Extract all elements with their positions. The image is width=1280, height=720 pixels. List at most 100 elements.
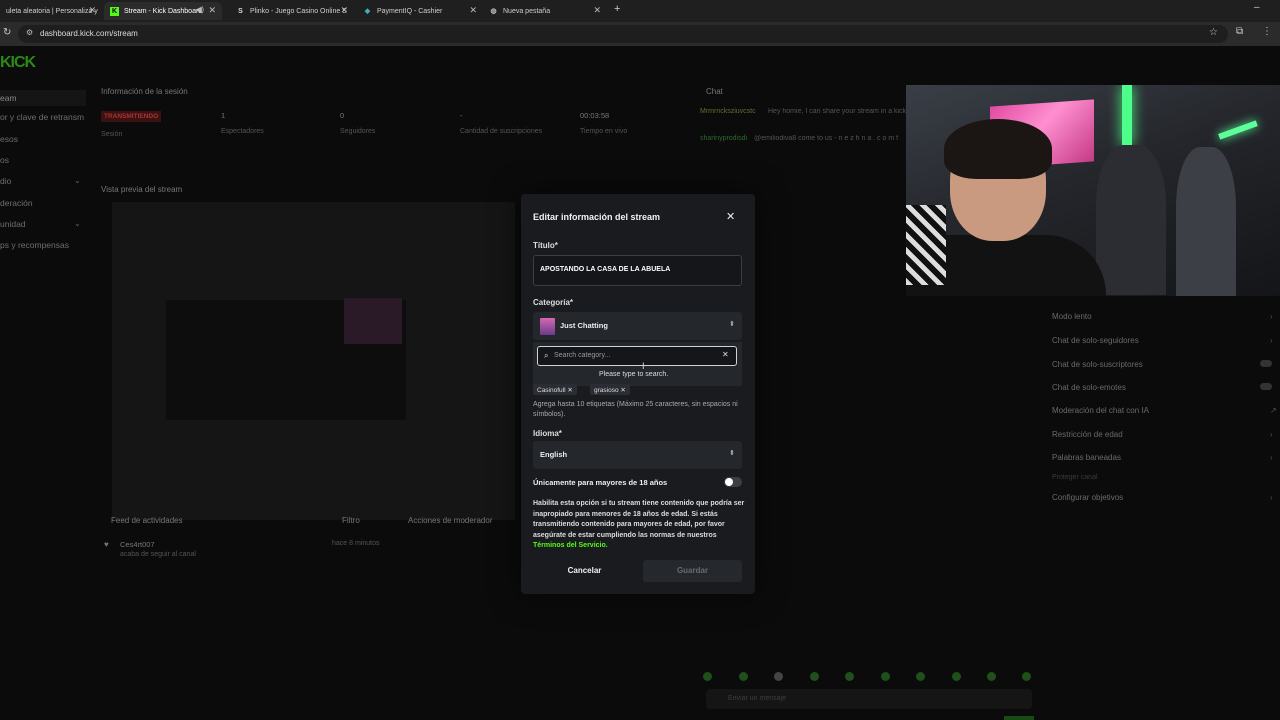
chevron-down-icon[interactable]: ⌄ <box>74 176 81 185</box>
tab-label: Nueva pestaña <box>503 7 551 15</box>
save-button[interactable]: Guardar <box>643 560 742 582</box>
external-link-icon: ↗ <box>1270 406 1277 415</box>
address-bar[interactable]: ⚙ dashboard.kick.com/stream ☆ <box>18 25 1228 43</box>
category-search-dropdown: ⌕ Search category... ✕ Please type to se… <box>533 342 742 386</box>
sidebar-item-audio[interactable]: dio <box>0 176 11 186</box>
adult-warning-text: Habilita esta opción si tu stream tiene … <box>533 499 745 552</box>
emote-icon[interactable] <box>1022 672 1031 681</box>
search-placeholder: Search category... <box>554 352 611 359</box>
emote-icon[interactable] <box>987 672 996 681</box>
close-icon[interactable]: ✕ <box>469 5 477 16</box>
new-tab-button[interactable]: + <box>614 3 620 15</box>
kick-logo: KICK <box>0 54 36 71</box>
chat-setting-ai-moderation[interactable]: Moderación del chat con IA <box>1052 406 1149 415</box>
chat-msg1-text: Hey homie, I can share your stream in a … <box>768 108 906 115</box>
live-status-badge: TRANSMITIENDO <box>101 111 162 122</box>
close-icon[interactable]: ✕ <box>88 5 96 16</box>
clear-icon[interactable]: ✕ <box>722 350 729 359</box>
toggle-knob <box>725 478 733 486</box>
close-icon[interactable]: ✕ <box>593 5 601 16</box>
tab-roulette[interactable]: uleta aleatoria | Personaliza y ✕ <box>0 2 102 20</box>
chat-setting-followers-only[interactable]: Chat de solo-seguidores <box>1052 336 1139 345</box>
close-icon[interactable]: ✕ <box>208 5 216 16</box>
remove-tag-icon[interactable]: ✕ <box>567 387 572 394</box>
chat-setting-goals[interactable]: Configurar objetivos <box>1052 493 1123 502</box>
close-icon[interactable]: ✕ <box>726 210 735 223</box>
adult-only-toggle[interactable] <box>724 477 742 487</box>
stream-title-value: APOSTANDO LA CASA DE LA ABUELA <box>540 266 671 273</box>
sidebar-item-clips[interactable]: os <box>0 155 9 165</box>
category-thumbnail <box>540 318 555 335</box>
chat-msg1-user[interactable]: Mrmrncksziuvcstc <box>700 108 756 115</box>
emote-icon[interactable] <box>916 672 925 681</box>
chat-msg2-user[interactable]: sharinyprodisdi <box>700 135 747 142</box>
language-select[interactable]: English ⬍ <box>533 441 742 469</box>
cancel-button[interactable]: Cancelar <box>533 560 636 582</box>
subs-only-toggle[interactable] <box>1260 360 1272 367</box>
url-text[interactable]: dashboard.kick.com/stream <box>40 29 138 38</box>
category-search-input[interactable]: ⌕ Search category... ✕ <box>537 346 737 366</box>
chat-setting-banned-words[interactable]: Palabras baneadas <box>1052 453 1121 462</box>
tag-chip[interactable]: grasioso ✕ <box>590 384 630 395</box>
sidebar-item-stream[interactable]: eam <box>0 90 86 106</box>
emote-icon[interactable] <box>845 672 854 681</box>
text-cursor-icon: I <box>642 361 645 371</box>
sidebar-item-payments[interactable]: esos <box>0 134 18 144</box>
tab-kick-dashboard[interactable]: K Stream - Kick Dashboard ◀) ✕ <box>104 2 222 20</box>
activity-user[interactable]: Ces4rt007 <box>120 540 155 549</box>
emote-icon[interactable] <box>881 672 890 681</box>
close-icon[interactable]: ✕ <box>340 5 348 16</box>
live-time-label: Tiempo en vivo <box>580 128 628 135</box>
title-label: Título* <box>533 241 558 250</box>
category-select[interactable]: Just Chatting ⬍ <box>533 312 742 340</box>
browser-menu-icon[interactable]: ⋮ <box>1262 26 1272 37</box>
heart-icon: ♥ <box>104 540 109 549</box>
chat-setting-protect-channel[interactable]: Proteger canal <box>1052 474 1098 481</box>
tag-label: grasioso <box>594 386 619 394</box>
tag-chip[interactable]: Casinofull ✕ <box>533 384 577 395</box>
emote-icon[interactable] <box>739 672 748 681</box>
sidebar-item-moderation[interactable]: deración <box>0 198 33 208</box>
site-info-icon[interactable]: ⚙ <box>26 28 33 37</box>
chat-setting-age-restriction[interactable]: Restricción de edad <box>1052 430 1123 439</box>
person-background <box>1096 145 1166 295</box>
chat-input-placeholder: Enviar un mensaje <box>728 695 786 702</box>
category-label: Categoría* <box>533 298 574 307</box>
address-bar-row: ↻ ⚙ dashboard.kick.com/stream ☆ <box>0 22 1280 46</box>
browser-tab-bar: uleta aleatoria | Personaliza y ✕ K Stre… <box>0 0 1280 22</box>
emote-icon[interactable] <box>774 672 783 681</box>
live-time: 00:03:58 <box>580 111 610 120</box>
filter-button[interactable]: Filtro <box>342 516 360 525</box>
stream-title-input[interactable]: APOSTANDO LA CASA DE LA ABUELA <box>533 255 742 286</box>
sidebar-item-stream-key[interactable]: or y clave de retransm <box>0 112 84 122</box>
sidebar-item-community[interactable]: unidad <box>0 219 26 229</box>
terms-link[interactable]: Términos del Servicio. <box>533 542 608 549</box>
stream-preview[interactable] <box>112 202 515 520</box>
chat-input[interactable]: Enviar un mensaje <box>706 689 1032 709</box>
tab-new[interactable]: ◍ Nueva pestaña ✕ <box>483 2 607 20</box>
tab-paymentiq[interactable]: ◆ PaymentIQ - Cashier ✕ <box>357 2 483 20</box>
chat-send-button[interactable] <box>1004 716 1034 720</box>
sidebar-item-rewards[interactable]: ps y recompensas <box>0 240 69 250</box>
emote-icon[interactable] <box>810 672 819 681</box>
updown-chevron-icon: ⬍ <box>729 321 735 328</box>
person-background <box>1176 147 1236 296</box>
chat-setting-subs-only[interactable]: Chat de solo-suscriptores <box>1052 360 1143 369</box>
minimize-icon[interactable]: – <box>1254 2 1260 13</box>
chevron-down-icon[interactable]: ⌄ <box>74 219 81 228</box>
emotes-only-toggle[interactable] <box>1260 383 1272 390</box>
extensions-icon[interactable]: ⧉ <box>1236 26 1243 37</box>
viewers-label: Espectadores <box>221 128 264 135</box>
speaker-icon[interactable]: ◀) <box>195 5 204 14</box>
reload-icon[interactable]: ↻ <box>3 27 11 38</box>
tab-plinko[interactable]: S Plinko - Juego Casino Online S ✕ <box>230 2 354 20</box>
chat-setting-slow-mode[interactable]: Modo lento <box>1052 312 1092 321</box>
viewers-count: 1 <box>221 111 226 120</box>
chat-setting-emotes-only[interactable]: Chat de solo-emotes <box>1052 383 1126 392</box>
emote-icon[interactable] <box>952 672 961 681</box>
modal-title: Editar información del stream <box>533 212 661 222</box>
remove-tag-icon[interactable]: ✕ <box>620 387 625 394</box>
streamer-hair <box>944 119 1052 179</box>
emote-icon[interactable] <box>703 672 712 681</box>
bookmark-star-icon[interactable]: ☆ <box>1209 27 1218 38</box>
